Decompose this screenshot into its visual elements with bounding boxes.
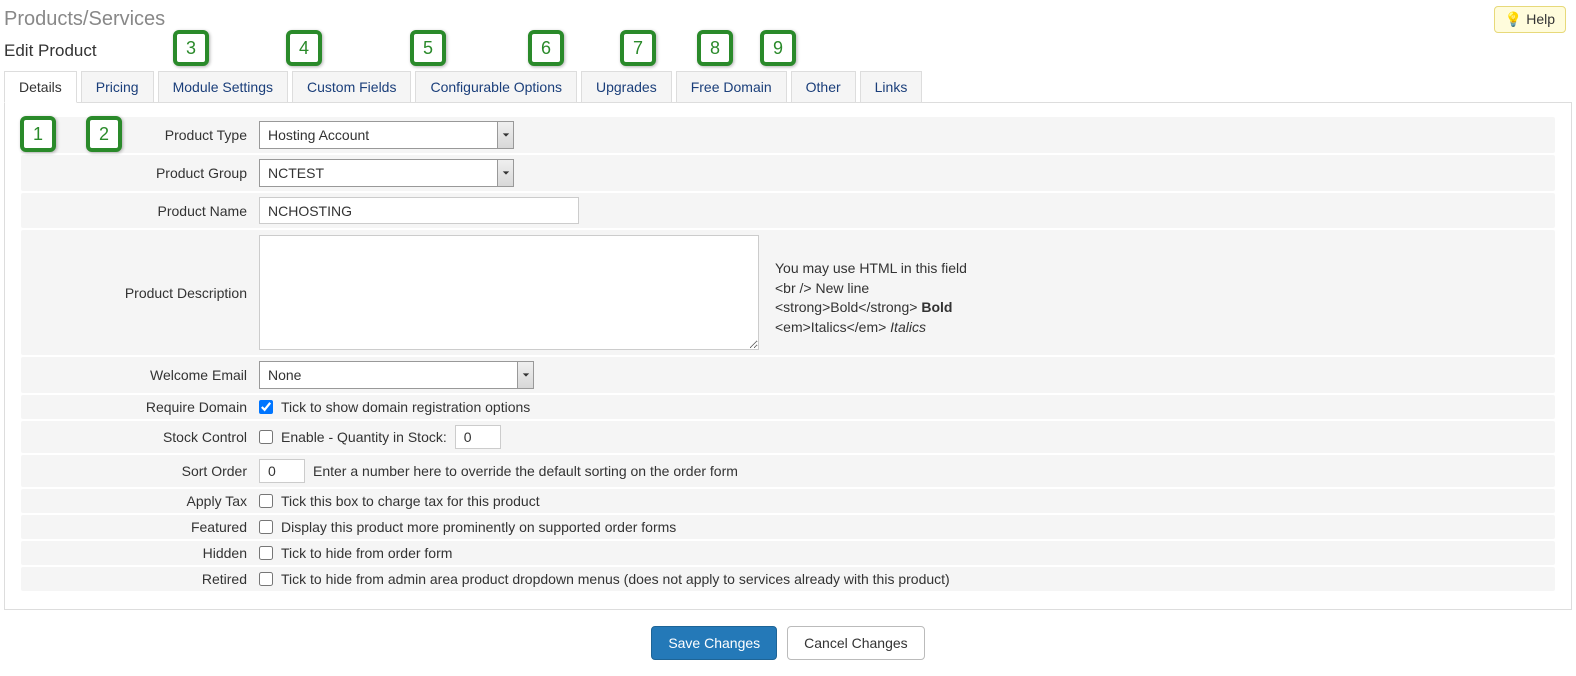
hint-br-code: <br /> — [775, 280, 812, 296]
lightbulb-icon: 💡 — [1505, 11, 1522, 27]
tab-details[interactable]: Details — [4, 71, 77, 103]
chevron-down-icon — [517, 362, 533, 388]
row-welcome-email: Welcome Email None — [21, 357, 1555, 393]
label-product-description: Product Description — [21, 285, 259, 301]
help-label: Help — [1526, 11, 1555, 27]
checkbox-retired[interactable] — [259, 572, 273, 586]
input-stock-quantity[interactable] — [455, 425, 501, 449]
chevron-down-icon — [497, 160, 513, 186]
hint-sort-order: Enter a number here to override the defa… — [313, 463, 738, 479]
textarea-product-description[interactable] — [259, 235, 759, 350]
tab-links[interactable]: Links — [860, 71, 923, 103]
select-product-group-value: NCTEST — [260, 160, 497, 186]
label-hidden: Hidden — [21, 545, 259, 561]
tab-free-domain[interactable]: Free Domain — [676, 71, 787, 103]
tab-custom-fields[interactable]: Custom Fields — [292, 71, 411, 103]
description-hint: You may use HTML in this field <br /> Ne… — [775, 235, 967, 337]
input-product-name[interactable] — [259, 197, 579, 224]
row-featured: Featured Display this product more promi… — [21, 515, 1555, 539]
tab-other[interactable]: Other — [791, 71, 856, 103]
label-product-type: Product Type — [21, 127, 259, 143]
select-product-group[interactable]: NCTEST — [259, 159, 514, 187]
row-hidden: Hidden Tick to hide from order form — [21, 541, 1555, 565]
row-product-type: Product Type Hosting Account — [21, 117, 1555, 153]
checkbox-apply-tax[interactable] — [259, 494, 273, 508]
hint-strong-text: Bold — [921, 299, 952, 315]
hint-em-code: <em>Italics</em> — [775, 319, 886, 335]
label-retired: Retired — [21, 571, 259, 587]
footer-buttons: Save Changes Cancel Changes — [0, 610, 1576, 676]
checkbox-featured[interactable] — [259, 520, 273, 534]
help-button[interactable]: 💡Help — [1494, 6, 1566, 33]
label-stock-control: Stock Control — [21, 429, 259, 445]
callout-8: 8 — [697, 30, 733, 66]
chevron-down-icon — [497, 122, 513, 148]
label-apply-tax: Apply Tax — [21, 493, 259, 509]
text-featured: Display this product more prominently on… — [281, 519, 676, 535]
callout-9: 9 — [760, 30, 796, 66]
checkbox-stock-enable[interactable] — [259, 430, 273, 444]
callout-4: 4 — [286, 30, 322, 66]
hint-br-text: New line — [815, 280, 869, 296]
label-featured: Featured — [21, 519, 259, 535]
input-sort-order[interactable] — [259, 459, 305, 483]
label-product-name: Product Name — [21, 203, 259, 219]
select-product-type[interactable]: Hosting Account — [259, 121, 514, 149]
text-stock-enable: Enable - Quantity in Stock: — [281, 429, 447, 445]
checkbox-require-domain[interactable] — [259, 400, 273, 414]
label-welcome-email: Welcome Email — [21, 367, 259, 383]
text-retired: Tick to hide from admin area product dro… — [281, 571, 950, 587]
hint-html-line: You may use HTML in this field — [775, 259, 967, 279]
label-require-domain: Require Domain — [21, 399, 259, 415]
cancel-button[interactable]: Cancel Changes — [787, 626, 925, 660]
label-sort-order: Sort Order — [21, 463, 259, 479]
tab-content-details: Product Type Hosting Account Product Gro… — [4, 102, 1572, 610]
row-sort-order: Sort Order Enter a number here to overri… — [21, 455, 1555, 487]
save-button[interactable]: Save Changes — [651, 626, 777, 660]
tab-upgrades[interactable]: Upgrades — [581, 71, 672, 103]
hint-strong-code: <strong>Bold</strong> — [775, 299, 917, 315]
callout-7: 7 — [620, 30, 656, 66]
callout-6: 6 — [528, 30, 564, 66]
tabs-bar: Details Pricing Module Settings Custom F… — [0, 71, 1576, 103]
text-apply-tax: Tick this box to charge tax for this pro… — [281, 493, 540, 509]
tab-pricing[interactable]: Pricing — [81, 71, 154, 103]
callout-5: 5 — [410, 30, 446, 66]
select-product-type-value: Hosting Account — [260, 122, 497, 148]
text-hidden: Tick to hide from order form — [281, 545, 452, 561]
callout-1: 1 — [20, 116, 56, 152]
select-welcome-email-value: None — [260, 362, 517, 388]
row-stock-control: Stock Control Enable - Quantity in Stock… — [21, 421, 1555, 453]
row-retired: Retired Tick to hide from admin area pro… — [21, 567, 1555, 591]
row-product-description: Product Description You may use HTML in … — [21, 230, 1555, 355]
text-require-domain: Tick to show domain registration options — [281, 399, 530, 415]
callout-3: 3 — [173, 30, 209, 66]
callout-2: 2 — [86, 116, 122, 152]
label-product-group: Product Group — [21, 165, 259, 181]
hint-em-text: Italics — [890, 319, 926, 335]
tab-configurable-options[interactable]: Configurable Options — [415, 71, 577, 103]
row-require-domain: Require Domain Tick to show domain regis… — [21, 395, 1555, 419]
checkbox-hidden[interactable] — [259, 546, 273, 560]
tab-module-settings[interactable]: Module Settings — [158, 71, 288, 103]
row-product-name: Product Name — [21, 193, 1555, 228]
row-apply-tax: Apply Tax Tick this box to charge tax fo… — [21, 489, 1555, 513]
row-product-group: Product Group NCTEST — [21, 155, 1555, 191]
select-welcome-email[interactable]: None — [259, 361, 534, 389]
